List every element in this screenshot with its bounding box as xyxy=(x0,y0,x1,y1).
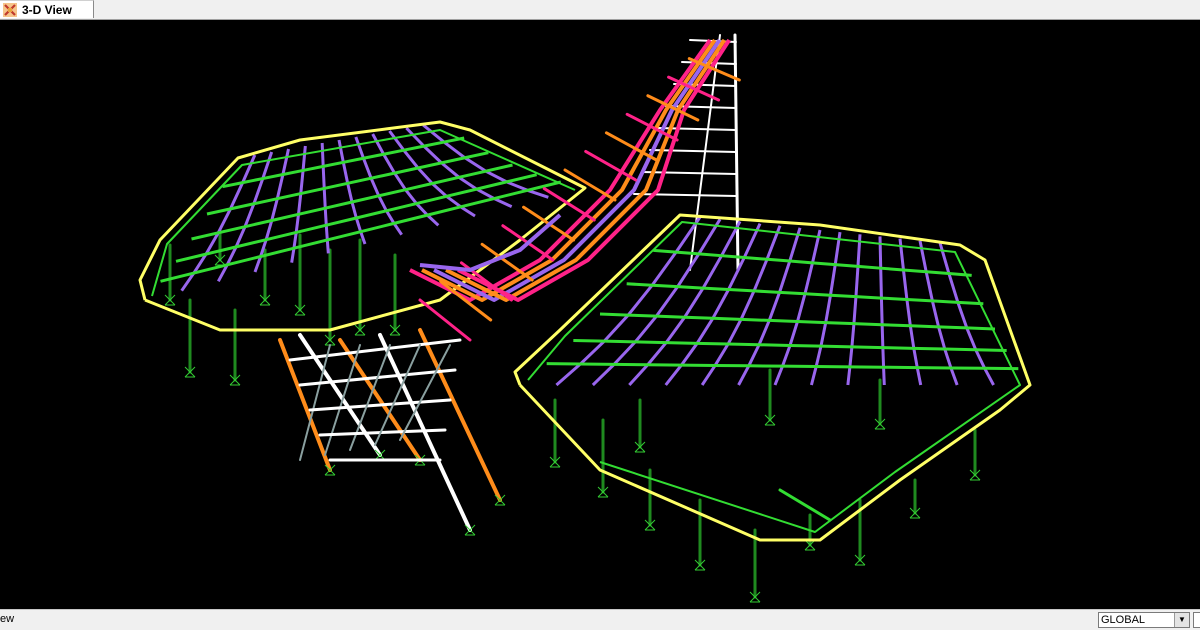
status-text: ew xyxy=(0,613,15,625)
roof-rib xyxy=(918,240,959,386)
roof-rib xyxy=(878,236,886,386)
roof-beam xyxy=(191,163,513,241)
roof-beam xyxy=(175,173,538,263)
bracing-member xyxy=(418,328,502,502)
roof-rib xyxy=(320,142,330,254)
roof-rib xyxy=(898,238,923,386)
tab-3d-view[interactable]: 3-D View xyxy=(0,0,94,18)
structural-model-wireframe xyxy=(138,33,1032,603)
roof-rib xyxy=(591,218,722,387)
tab-label: 3-D View xyxy=(22,2,72,17)
tower-member xyxy=(641,171,737,175)
arch-brace xyxy=(418,298,472,342)
roof-rib xyxy=(846,234,862,386)
roof-rib xyxy=(773,229,822,386)
roof-rib xyxy=(180,154,257,292)
arch-brace xyxy=(584,149,638,182)
roof-rib xyxy=(555,216,702,387)
arch-brace xyxy=(563,168,617,202)
3d-model-viewport[interactable] xyxy=(0,20,1200,609)
status-field xyxy=(1193,612,1200,628)
edge-beam xyxy=(513,213,1032,542)
tower-member xyxy=(733,33,740,272)
status-bar: ew GLOBAL ▼ xyxy=(0,609,1200,630)
chevron-down-icon[interactable]: ▼ xyxy=(1174,613,1189,627)
tab-bar: 3-D View xyxy=(0,0,1200,20)
roof-beam xyxy=(778,488,832,522)
roof-rib xyxy=(700,225,782,386)
etabs-app-icon xyxy=(3,2,17,17)
coordinate-system-value: GLOBAL xyxy=(1101,614,1146,626)
tower-member xyxy=(633,193,737,197)
coordinate-system-dropdown[interactable]: GLOBAL ▼ xyxy=(1098,612,1190,628)
